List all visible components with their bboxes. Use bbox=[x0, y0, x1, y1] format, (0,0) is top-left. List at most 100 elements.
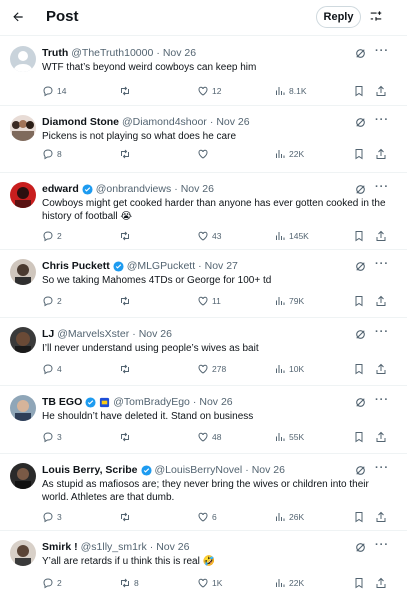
avatar[interactable] bbox=[10, 395, 36, 421]
avatar[interactable] bbox=[10, 115, 36, 141]
share-action[interactable] bbox=[375, 147, 387, 161]
post-date[interactable]: Nov 26 bbox=[139, 326, 172, 342]
reply-action[interactable]: 3 bbox=[42, 510, 62, 524]
author-handle[interactable]: @MarvelsXster bbox=[57, 326, 129, 342]
author-handle[interactable]: @s1lly_sm1rk bbox=[81, 539, 147, 555]
retweet-action[interactable] bbox=[119, 147, 134, 161]
reply-tweet[interactable]: Chris Puckett @MLGPuckett · Nov 27 ··· S… bbox=[0, 250, 407, 318]
author-name[interactable]: Chris Puckett bbox=[42, 258, 110, 274]
share-action[interactable] bbox=[375, 229, 387, 243]
avatar[interactable] bbox=[10, 182, 36, 208]
reply-tweet[interactable]: Diamond Stone @Diamond4shoor · Nov 26 ··… bbox=[0, 106, 407, 173]
avatar[interactable] bbox=[10, 327, 36, 353]
reply-action[interactable]: 2 bbox=[42, 229, 62, 243]
like-action[interactable]: 1K bbox=[197, 576, 222, 590]
more-options-icon[interactable]: ··· bbox=[375, 258, 389, 270]
bookmark-action[interactable] bbox=[353, 229, 365, 243]
bookmark-action[interactable] bbox=[353, 430, 365, 444]
views-action[interactable]: 22K bbox=[274, 576, 304, 590]
like-action[interactable]: 278 bbox=[197, 362, 226, 376]
share-action[interactable] bbox=[375, 430, 387, 444]
bookmark-action[interactable] bbox=[353, 510, 365, 524]
like-action[interactable]: 6 bbox=[197, 510, 217, 524]
bookmark-action[interactable] bbox=[353, 362, 365, 376]
like-action[interactable]: 48 bbox=[197, 430, 221, 444]
grok-icon[interactable] bbox=[354, 183, 367, 196]
author-name[interactable]: Truth bbox=[42, 45, 68, 61]
retweet-action[interactable] bbox=[119, 362, 134, 376]
author-handle[interactable]: @Diamond4shoor bbox=[122, 114, 207, 130]
reply-action[interactable]: 3 bbox=[42, 430, 62, 444]
retweet-action[interactable] bbox=[119, 229, 134, 243]
post-date[interactable]: Nov 26 bbox=[163, 45, 196, 61]
more-options-icon[interactable]: ··· bbox=[375, 114, 389, 126]
author-name[interactable]: TB EGO bbox=[42, 394, 82, 410]
share-action[interactable] bbox=[375, 576, 387, 590]
more-options-icon[interactable]: ··· bbox=[375, 326, 389, 338]
views-action[interactable]: 145K bbox=[274, 229, 309, 243]
more-options-icon[interactable]: ··· bbox=[375, 539, 389, 551]
bookmark-action[interactable] bbox=[353, 576, 365, 590]
sliders-icon[interactable] bbox=[369, 9, 383, 23]
share-action[interactable] bbox=[375, 510, 387, 524]
views-action[interactable]: 55K bbox=[274, 430, 304, 444]
reply-tweet[interactable]: Louis Berry, Scribe @LouisBerryNovel · N… bbox=[0, 454, 407, 531]
retweet-action[interactable]: 8 bbox=[119, 576, 139, 590]
reply-tweet[interactable]: edward @onbrandviews · Nov 26 ··· Cowboy… bbox=[0, 173, 407, 250]
author-name[interactable]: Smirk ! bbox=[42, 539, 78, 555]
author-name[interactable]: Diamond Stone bbox=[42, 114, 119, 130]
more-options-icon[interactable]: ··· bbox=[375, 45, 389, 57]
retweet-action[interactable] bbox=[119, 294, 134, 308]
share-action[interactable] bbox=[375, 84, 387, 98]
share-action[interactable] bbox=[375, 294, 387, 308]
post-date[interactable]: Nov 27 bbox=[205, 258, 238, 274]
author-name[interactable]: LJ bbox=[42, 326, 54, 342]
grok-icon[interactable] bbox=[354, 541, 367, 554]
reply-button[interactable]: Reply bbox=[316, 6, 361, 28]
reply-tweet[interactable]: Truth @TheTruth10000 · Nov 26 ··· WTF th… bbox=[0, 37, 407, 106]
author-handle[interactable]: @TomBradyEgo bbox=[113, 394, 190, 410]
author-name[interactable]: Louis Berry, Scribe bbox=[42, 462, 138, 478]
retweet-action[interactable] bbox=[119, 84, 134, 98]
bookmark-action[interactable] bbox=[353, 147, 365, 161]
author-handle[interactable]: @onbrandviews bbox=[96, 181, 171, 197]
grok-icon[interactable] bbox=[354, 464, 367, 477]
like-action[interactable] bbox=[197, 147, 212, 161]
avatar[interactable] bbox=[10, 540, 36, 566]
retweet-action[interactable] bbox=[119, 510, 134, 524]
reply-tweet[interactable]: LJ @MarvelsXster · Nov 26 ··· I’ll never… bbox=[0, 318, 407, 386]
reply-action[interactable]: 14 bbox=[42, 84, 66, 98]
post-date[interactable]: Nov 26 bbox=[199, 394, 232, 410]
like-action[interactable]: 43 bbox=[197, 229, 221, 243]
reply-action[interactable]: 8 bbox=[42, 147, 62, 161]
views-action[interactable]: 10K bbox=[274, 362, 304, 376]
post-date[interactable]: Nov 26 bbox=[181, 181, 214, 197]
grok-icon[interactable] bbox=[354, 328, 367, 341]
views-action[interactable]: 22K bbox=[274, 147, 304, 161]
bookmark-action[interactable] bbox=[353, 84, 365, 98]
views-action[interactable]: 79K bbox=[274, 294, 304, 308]
reply-tweet[interactable]: TB EGO @TomBradyEgo · Nov 26 ··· He shou… bbox=[0, 386, 407, 454]
more-options-icon[interactable]: ··· bbox=[375, 462, 389, 474]
views-action[interactable]: 26K bbox=[274, 510, 304, 524]
reply-action[interactable]: 4 bbox=[42, 362, 62, 376]
avatar[interactable] bbox=[10, 46, 36, 72]
avatar[interactable] bbox=[10, 463, 36, 489]
reply-action[interactable]: 2 bbox=[42, 294, 62, 308]
author-handle[interactable]: @LouisBerryNovel bbox=[155, 462, 243, 478]
author-handle[interactable]: @MLGPuckett bbox=[127, 258, 195, 274]
more-options-icon[interactable]: ··· bbox=[375, 394, 389, 406]
grok-icon[interactable] bbox=[354, 396, 367, 409]
back-button[interactable] bbox=[8, 7, 28, 27]
post-date[interactable]: Nov 26 bbox=[252, 462, 285, 478]
grok-icon[interactable] bbox=[354, 116, 367, 129]
grok-icon[interactable] bbox=[354, 260, 367, 273]
retweet-action[interactable] bbox=[119, 430, 134, 444]
author-handle[interactable]: @TheTruth10000 bbox=[71, 45, 153, 61]
more-options-icon[interactable]: ··· bbox=[375, 181, 389, 193]
reply-tweet[interactable]: Smirk ! @s1lly_sm1rk · Nov 26 ··· Y’all … bbox=[0, 531, 407, 597]
post-date[interactable]: Nov 26 bbox=[156, 539, 189, 555]
views-action[interactable]: 8.1K bbox=[274, 84, 307, 98]
reply-action[interactable]: 2 bbox=[42, 576, 62, 590]
grok-icon[interactable] bbox=[354, 47, 367, 60]
